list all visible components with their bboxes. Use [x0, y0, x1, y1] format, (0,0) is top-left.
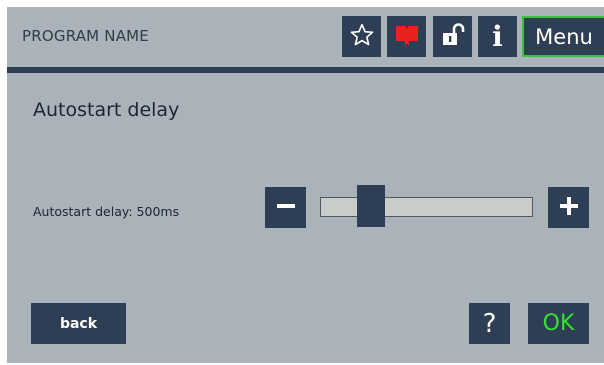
favorite-button[interactable]	[342, 16, 381, 57]
back-button[interactable]: back	[31, 303, 126, 344]
autostart-delay-label: Autostart delay: 500ms	[33, 204, 180, 219]
minus-icon	[276, 196, 296, 220]
lock-button[interactable]	[433, 16, 472, 57]
bookmark-icon	[394, 23, 420, 51]
page-title: Autostart delay	[33, 99, 180, 121]
plus-icon	[558, 195, 580, 221]
help-button[interactable]: ?	[469, 303, 510, 344]
increase-button[interactable]	[548, 187, 589, 228]
info-button[interactable]: i	[478, 16, 517, 57]
delay-slider-track[interactable]	[320, 197, 533, 217]
delay-slider-thumb[interactable]	[357, 185, 385, 227]
header-divider	[7, 67, 604, 73]
info-icon: i	[492, 20, 503, 53]
unlock-icon	[440, 22, 466, 52]
program-name: PROGRAM NAME	[22, 27, 149, 45]
star-icon	[349, 22, 375, 52]
ok-button[interactable]: OK	[528, 303, 589, 344]
top-bar: PROGRAM NAME i Menu	[7, 7, 604, 67]
menu-button[interactable]: Menu	[522, 16, 604, 57]
decrease-button[interactable]	[265, 187, 306, 228]
bookmark-button[interactable]	[387, 16, 426, 57]
app-screen: PROGRAM NAME i Menu Autostart delay Auto…	[7, 7, 604, 363]
